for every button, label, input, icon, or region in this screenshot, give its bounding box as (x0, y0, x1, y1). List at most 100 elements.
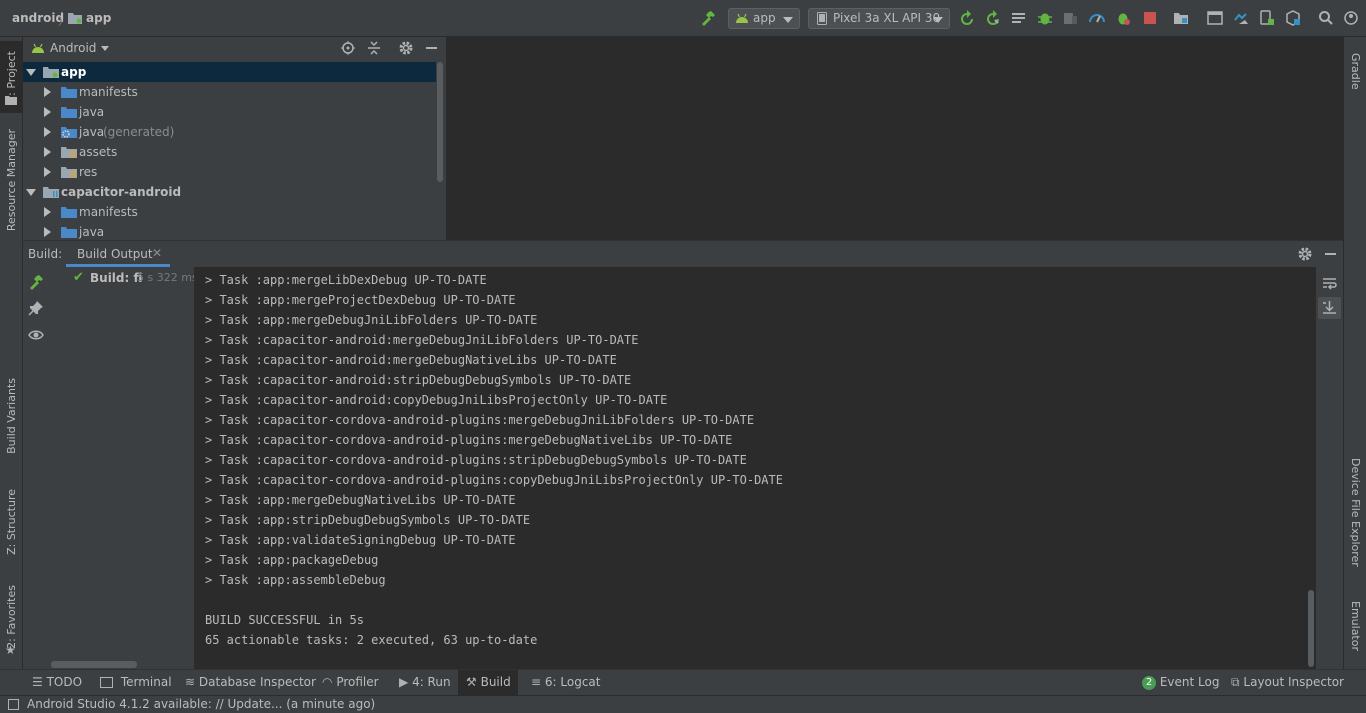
folder-icon (61, 226, 77, 238)
tab-profiler[interactable]: ◠ Profiler (318, 670, 383, 695)
tab-layout-inspector[interactable]: ⧉ Layout Inspector (1227, 670, 1348, 695)
tab-build-variants[interactable]: Build Variants (0, 372, 22, 460)
pin-icon[interactable] (28, 300, 44, 316)
tree-item-res[interactable]: res (23, 162, 436, 182)
scroll-to-end-button[interactable] (1318, 297, 1341, 319)
status-message[interactable]: Android Studio 4.1.2 available: // Updat… (27, 696, 375, 712)
hammer-icon[interactable] (28, 274, 44, 290)
expand-arrow-icon[interactable] (44, 107, 51, 117)
attach-debugger-icon[interactable] (1062, 10, 1078, 26)
tab-build-variants-label: Build Variants (4, 378, 18, 454)
folder-icon (61, 106, 77, 118)
tree-item-label: manifests (79, 205, 138, 219)
tab-terminal[interactable]: Terminal (96, 670, 176, 695)
expand-arrow-icon[interactable] (44, 147, 51, 157)
chevron-down-icon[interactable] (101, 46, 109, 51)
build-tree-item[interactable]: ✔ Build: fi 5 s 322 ms (51, 267, 194, 289)
list-icon[interactable] (1011, 10, 1027, 26)
tree-item-label: java (79, 125, 105, 139)
profile-icon[interactable] (1089, 10, 1105, 26)
tree-item-java[interactable]: java (23, 102, 436, 122)
tree-item-manifests[interactable]: manifests (23, 82, 436, 102)
gear-icon[interactable] (398, 40, 414, 56)
debug-bug-icon[interactable] (1115, 10, 1131, 26)
collapse-all-icon[interactable] (366, 40, 382, 56)
tab-run[interactable]: ▶ 4: Run (395, 670, 455, 695)
tab-gradle[interactable]: Gradle (1344, 41, 1366, 101)
gear-icon[interactable] (1297, 246, 1313, 262)
console-line: > Task :app:assembleDebug (205, 573, 386, 587)
expand-arrow-icon[interactable] (44, 227, 51, 237)
expand-arrow-icon[interactable] (26, 69, 36, 76)
tab-emulator[interactable]: Emulator (1344, 593, 1366, 659)
expand-arrow-icon[interactable] (44, 87, 51, 97)
tab-database-inspector[interactable]: ≋ Database Inspector (181, 670, 320, 695)
apply-changes-icon[interactable] (959, 10, 975, 26)
right-tool-stripe: Gradle Device File Explorer Emulator (1343, 37, 1366, 669)
minimize-icon[interactable] (1325, 253, 1336, 255)
chevron-down-icon (933, 17, 943, 23)
tree-item-label: capacitor-android (61, 185, 182, 199)
build-output-console[interactable]: > Task :app:mergeLibDexDebug UP-TO-DATE … (195, 267, 1316, 669)
breadcrumb-module[interactable]: app (86, 11, 111, 25)
expand-arrow-icon[interactable] (44, 167, 51, 177)
logcat-icon: ≡ (531, 675, 542, 689)
avd-manager-icon[interactable] (1259, 10, 1275, 26)
hammer-icon: ⚒ (466, 675, 477, 689)
eye-icon[interactable] (28, 327, 44, 343)
tab-event-log[interactable]: 2 Event Log (1138, 670, 1223, 695)
sync-icon[interactable] (1233, 10, 1249, 26)
tab-favorites[interactable]: 2: Favorites (0, 582, 22, 652)
resources-folder-icon (61, 146, 77, 158)
android-icon (735, 12, 749, 24)
tab-structure[interactable]: Z: Structure (0, 482, 22, 562)
console-line: > Task :capacitor-android:copyDebugJniLi… (205, 393, 668, 407)
locate-icon[interactable] (340, 40, 356, 56)
toggle-tool-windows-icon[interactable] (8, 699, 19, 710)
tree-item-app[interactable]: app (23, 62, 436, 82)
tree-item-capacitor-android[interactable]: capacitor-android (23, 182, 436, 202)
device-select[interactable]: Pixel 3a XL API 30 (808, 8, 950, 29)
tab-resource-manager-label: Resource Manager (4, 128, 18, 232)
console-line: > Task :app:mergeDebugNativeLibs UP-TO-D… (205, 493, 516, 507)
editor-area (446, 37, 1343, 240)
tab-todo[interactable]: ☰ TODO (28, 670, 86, 695)
close-icon[interactable]: ✕ (152, 246, 162, 260)
console-line: BUILD SUCCESSFUL in 5s (205, 613, 364, 627)
soft-wrap-icon[interactable] (1322, 275, 1338, 291)
apply-code-changes-icon[interactable] (985, 10, 1001, 26)
view-mode-select[interactable]: Android (50, 41, 96, 55)
tree-item-assets[interactable]: assets (23, 142, 436, 162)
sdk-manager-icon[interactable] (1285, 10, 1301, 26)
project-structure-icon[interactable] (1173, 10, 1189, 26)
tree-item-manifests[interactable]: manifests (23, 202, 436, 222)
search-icon[interactable] (1318, 10, 1334, 26)
chevron-down-icon (783, 17, 793, 23)
tab-build[interactable]: ⚒ Build (458, 670, 518, 695)
build-tree-hscrollbar[interactable] (51, 661, 137, 668)
expand-arrow-icon[interactable] (44, 207, 51, 217)
hammer-icon[interactable] (700, 10, 716, 26)
minimize-icon[interactable] (426, 47, 437, 49)
debug-icon[interactable] (1037, 10, 1053, 26)
stop-icon[interactable] (1142, 10, 1158, 26)
tab-logcat[interactable]: ≡ 6: Logcat (527, 670, 604, 695)
android-icon (31, 42, 45, 54)
status-bar: Android Studio 4.1.2 available: // Updat… (0, 695, 1366, 713)
project-scrollbar[interactable] (437, 62, 443, 182)
console-scrollbar[interactable] (1308, 590, 1314, 667)
tab-build-output[interactable]: Build Output ✕ (66, 241, 170, 267)
breadcrumb-root[interactable]: android (12, 11, 64, 25)
tab-device-file-explorer[interactable]: Device File Explorer (1344, 452, 1366, 572)
terminal-window-icon[interactable] (1207, 10, 1223, 26)
module-folder-icon (43, 66, 59, 78)
tab-resource-manager[interactable]: Resource Manager (0, 125, 22, 235)
tree-item-java-generated[interactable]: java (generated) (23, 122, 436, 142)
project-panel-header: Android (23, 37, 446, 61)
settings-avatar-icon[interactable] (1343, 10, 1359, 26)
console-line: > Task :app:stripDebugDebugSymbols UP-TO… (205, 513, 531, 527)
run-config-select[interactable]: app (728, 8, 800, 29)
expand-arrow-icon[interactable] (44, 127, 51, 137)
expand-arrow-icon[interactable] (26, 189, 36, 196)
tree-item-java[interactable]: java (23, 222, 436, 240)
